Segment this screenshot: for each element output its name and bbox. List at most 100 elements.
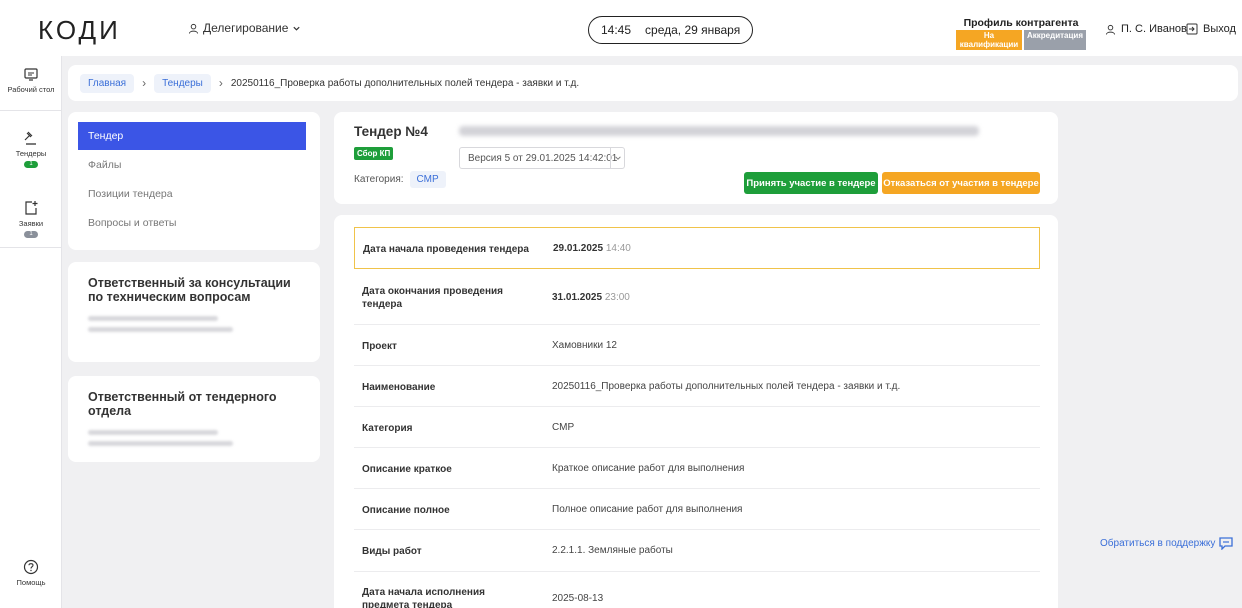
detail-row-category: Категория СМР (354, 407, 1040, 448)
help-icon (23, 559, 39, 575)
redacted-contact (88, 327, 233, 332)
delegation-dropdown[interactable]: Делегирование (188, 21, 301, 35)
menu-item-files[interactable]: Файлы (78, 151, 306, 179)
detail-row-exec-start: Дата начала исполнения предмета тендера … (354, 572, 1040, 608)
rail-help[interactable]: Помощь (0, 559, 62, 587)
status-badge: Сбор КП (354, 147, 394, 160)
counterparty-profile[interactable]: Профиль контрагента На квалификации Аккр… (956, 17, 1086, 50)
detail-label: Категория (362, 423, 413, 434)
redacted-contact (88, 430, 218, 435)
detail-label: Дата начала исполнения предмета тендера (362, 587, 485, 608)
current-time: 14:45 (601, 23, 632, 37)
rail-tenders-label: Тендеры (15, 149, 47, 158)
chevron-down-icon (610, 148, 624, 168)
rail-help-label: Помощь (16, 578, 46, 587)
gavel-icon (24, 131, 36, 145)
user-icon (188, 23, 199, 34)
breadcrumb: Главная › Тендеры › 20250116_Проверка ра… (68, 65, 1238, 101)
detail-label: Наименование (362, 382, 436, 393)
breadcrumb-current: 20250116_Проверка работы дополнительных … (230, 77, 580, 89)
qualification-badge: На квалификации (956, 30, 1022, 50)
accept-participation-button[interactable]: Принять участие в тендере (744, 172, 878, 194)
breadcrumb-tenders[interactable]: Тендеры (154, 73, 211, 93)
logo[interactable]: КОДИ (38, 17, 121, 43)
tender-dept-responsible-title: Ответственный от тендерного отдела (88, 390, 277, 418)
category-label: Категория: (354, 174, 404, 185)
accreditation-badge: Аккредитация (1024, 30, 1086, 50)
tech-responsible-title: Ответственный за консультации по техниче… (88, 276, 291, 304)
start-date: 29.01.2025 (553, 243, 604, 254)
requests-count-badge: 1 (24, 231, 38, 238)
detail-value: СМР (552, 422, 575, 433)
datetime-display: 14:45 среда, 29 января (588, 16, 754, 44)
logout-label: Выход (1203, 23, 1236, 35)
version-select[interactable]: Версия 5 от 29.01.2025 14:42:01 (459, 147, 625, 169)
decline-participation-button[interactable]: Отказаться от участия в тендере (882, 172, 1040, 194)
detail-value: 2025-08-13 (552, 593, 604, 604)
detail-value: Краткое описание работ для выполнения (552, 463, 745, 474)
user-menu[interactable]: П. С. Иванов (1105, 23, 1187, 35)
chevron-right-icon: › (142, 76, 147, 90)
chevron-down-icon (293, 26, 301, 31)
tenders-count-badge: 1 (24, 161, 38, 168)
logout-button[interactable]: Выход (1186, 23, 1236, 35)
chevron-right-icon: › (218, 76, 223, 90)
category-chip[interactable]: СМР (409, 171, 446, 188)
detail-value: 29.01.2025 14:40 (553, 243, 631, 254)
user-icon (1105, 24, 1116, 35)
menu-item-tender[interactable]: Тендер (78, 122, 306, 150)
detail-row-work-types: Виды работ 2.2.1.1. Земляные работы (354, 530, 1040, 572)
detail-label: Описание краткое (362, 464, 452, 475)
tender-dept-responsible-card: Ответственный от тендерного отдела (68, 376, 320, 462)
start-time: 14:40 (605, 243, 631, 254)
detail-value: 31.01.2025 23:00 (552, 292, 630, 303)
rail-requests[interactable]: Заявки 1 (0, 200, 62, 238)
detail-label: Дата окончания проведения тендера (362, 286, 503, 310)
rail-divider (0, 110, 62, 111)
breadcrumb-home[interactable]: Главная (80, 73, 135, 93)
detail-value: Полное описание работ для выполнения (552, 504, 743, 515)
detail-value: Хамовники 12 (552, 340, 617, 351)
desktop-icon (24, 68, 38, 81)
detail-row-short-desc: Описание краткое Краткое описание работ … (354, 448, 1040, 489)
redacted-contact (88, 316, 218, 321)
tender-details-card: Дата начала проведения тендера 29.01.202… (334, 215, 1058, 608)
detail-row-end: Дата окончания проведения тендера 31.01.… (354, 271, 1040, 325)
delegation-label: Делегирование (203, 21, 289, 35)
version-value: Версия 5 от 29.01.2025 14:42:01 (468, 152, 618, 164)
menu-item-positions[interactable]: Позиции тендера (78, 180, 306, 208)
logout-icon (1186, 23, 1198, 35)
tech-responsible-card: Ответственный за консультации по техниче… (68, 262, 320, 362)
add-document-icon (25, 201, 38, 215)
support-link[interactable]: Обратиться в поддержку (1100, 537, 1234, 550)
rail-desktop[interactable]: Рабочий стол (0, 68, 62, 94)
detail-label: Описание полное (362, 505, 450, 516)
category-info: Категория: СМР (354, 171, 446, 188)
top-header: КОДИ Делегирование 14:45 среда, 29 январ… (0, 0, 1242, 56)
chat-icon (1219, 537, 1234, 550)
left-rail: Рабочий стол Тендеры 1 Заявки 1 Помощь (0, 56, 62, 608)
tender-title: Тендер №4 (354, 124, 428, 139)
rail-requests-label: Заявки (18, 219, 44, 228)
detail-value: 20250116_Проверка работы дополнительных … (552, 381, 901, 392)
rail-divider (0, 247, 62, 248)
rail-tenders[interactable]: Тендеры 1 (0, 130, 62, 168)
detail-label: Виды работ (362, 546, 422, 557)
detail-row-name: Наименование 20250116_Проверка работы до… (354, 366, 1040, 407)
support-label: Обратиться в поддержку (1100, 538, 1216, 549)
detail-row-start: Дата начала проведения тендера 29.01.202… (354, 227, 1040, 269)
detail-value: 2.2.1.1. Земляные работы (552, 545, 673, 556)
current-date: среда, 29 января (645, 23, 741, 37)
detail-label: Дата начала проведения тендера (363, 244, 529, 255)
detail-row-full-desc: Описание полное Полное описание работ дл… (354, 489, 1040, 530)
menu-item-questions[interactable]: Вопросы и ответы (78, 209, 306, 237)
end-date: 31.01.2025 (552, 292, 603, 303)
tender-header-card: Тендер №4 Сбор КП Версия 5 от 29.01.2025… (334, 112, 1058, 204)
user-name: П. С. Иванов (1121, 23, 1187, 35)
detail-row-project: Проект Хамовники 12 (354, 325, 1040, 366)
redacted-tender-name (459, 126, 979, 136)
tender-side-menu: Тендер Файлы Позиции тендера Вопросы и о… (68, 112, 320, 250)
detail-label: Проект (362, 341, 397, 352)
end-time: 23:00 (604, 292, 630, 303)
redacted-contact (88, 441, 233, 446)
